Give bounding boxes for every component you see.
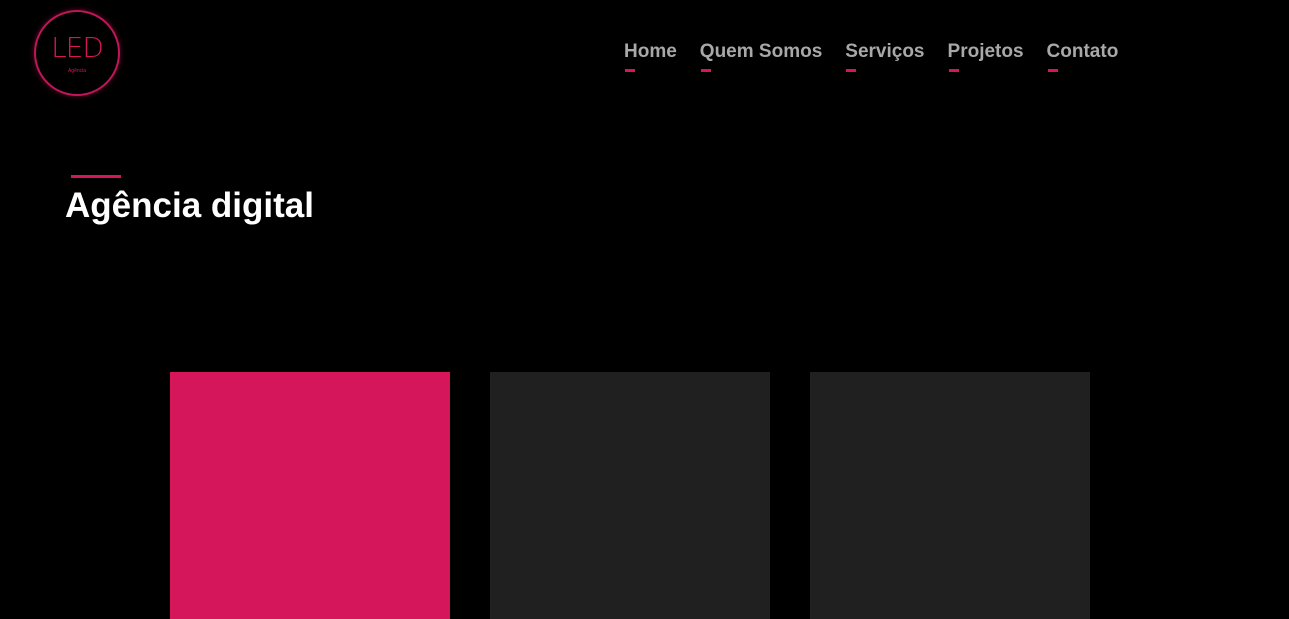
nav-item-label: Contato <box>1046 41 1119 62</box>
nav-item-label: Serviços <box>845 41 925 62</box>
service-card[interactable] <box>490 372 770 619</box>
nav-item-underline <box>948 69 959 72</box>
nav-item-home[interactable]: Home <box>624 41 677 72</box>
page-title: Agência digital <box>65 186 314 225</box>
nav-item-underline <box>846 69 857 72</box>
page: LED Agência Home Quem Somos Serviços Pro… <box>0 0 1289 619</box>
logo-text: LED <box>51 31 104 64</box>
title-accent-line <box>71 175 121 178</box>
nav-item-label: Home <box>624 41 677 62</box>
nav-item-contato[interactable]: Contato <box>1046 41 1119 72</box>
nav-item-projetos[interactable]: Projetos <box>948 41 1024 72</box>
nav-item-quem-somos[interactable]: Quem Somos <box>700 41 822 72</box>
main-nav: Home Quem Somos Serviços Projetos Contat… <box>624 41 1118 72</box>
service-card[interactable] <box>810 372 1090 619</box>
nav-item-underline <box>700 69 711 72</box>
nav-item-underline <box>1047 69 1058 72</box>
nav-item-servicos[interactable]: Serviços <box>845 41 925 72</box>
nav-item-underline <box>625 69 635 72</box>
logo[interactable]: LED Agência <box>34 10 120 96</box>
nav-item-label: Quem Somos <box>699 41 823 62</box>
logo-subtext: Agência <box>67 68 87 74</box>
service-card[interactable] <box>170 372 450 619</box>
nav-item-label: Projetos <box>947 41 1024 62</box>
